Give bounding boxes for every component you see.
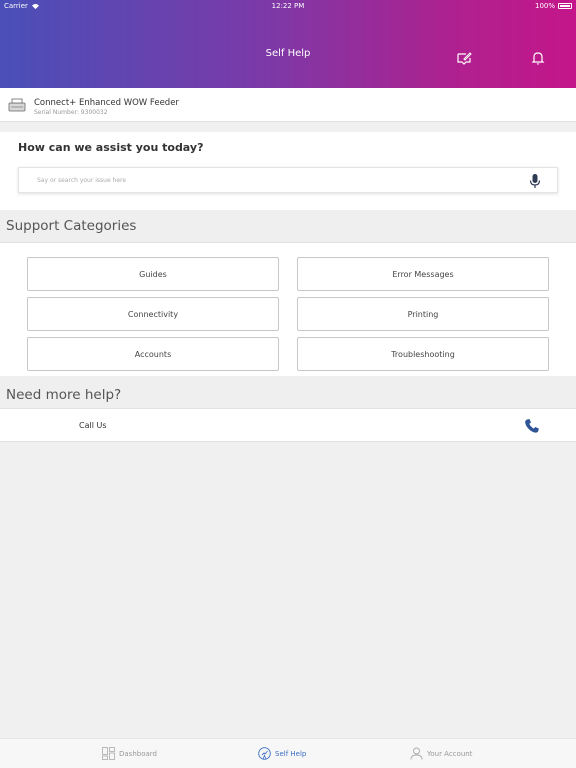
tab-dashboard-label: Dashboard — [119, 749, 157, 758]
tab-your-account-label: Your Account — [427, 749, 473, 758]
user-icon — [410, 747, 423, 760]
support-header: Support Categories — [0, 210, 576, 242]
feedback-icon[interactable] — [456, 50, 472, 66]
device-serial: Serial Number: 9300032 — [34, 109, 108, 116]
call-us-row[interactable]: Call Us — [0, 408, 576, 442]
call-us-label: Call Us — [79, 421, 107, 430]
category-guides[interactable]: Guides — [27, 257, 279, 291]
self-help-icon — [258, 747, 271, 760]
tab-your-account[interactable]: Your Account — [410, 747, 472, 760]
category-accounts[interactable]: Accounts — [27, 337, 279, 371]
device-name: Connect+ Enhanced WOW Feeder — [34, 98, 179, 108]
device-bar[interactable]: Connect+ Enhanced WOW Feeder Serial Numb… — [0, 88, 576, 122]
assist-heading: How can we assist you today? — [18, 141, 204, 154]
dashboard-icon — [102, 747, 115, 760]
help-header: Need more help? — [0, 376, 576, 408]
tab-dashboard[interactable]: Dashboard — [102, 747, 157, 760]
battery-icon — [558, 3, 572, 9]
page-title: Self Help — [265, 48, 311, 59]
status-time: 12:22 PM — [271, 2, 305, 10]
category-grid: Guides Error Messages Connectivity Print… — [0, 242, 576, 376]
category-troubleshooting[interactable]: Troubleshooting — [297, 337, 549, 371]
printer-icon — [8, 98, 26, 112]
search-placeholder: Say or search your issue here — [37, 177, 127, 184]
category-printing[interactable]: Printing — [297, 297, 549, 331]
bell-icon[interactable] — [530, 50, 546, 66]
search-input[interactable]: Say or search your issue here — [18, 167, 558, 193]
category-connectivity[interactable]: Connectivity — [27, 297, 279, 331]
tab-self-help[interactable]: Self Help — [258, 747, 306, 760]
tab-self-help-label: Self Help — [275, 749, 307, 758]
status-battery: 100% — [535, 2, 572, 10]
tab-bar: Dashboard Self Help Your Account — [0, 738, 576, 768]
microphone-icon[interactable] — [529, 173, 541, 189]
app-header: Carrier 12:22 PM 100% Self Help — [0, 0, 576, 88]
assist-section: How can we assist you today? Say or sear… — [0, 132, 576, 210]
support-title: Support Categories — [6, 218, 137, 234]
category-error-messages[interactable]: Error Messages — [297, 257, 549, 291]
battery-label: 100% — [534, 2, 555, 10]
help-title: Need more help? — [6, 387, 122, 403]
phone-icon[interactable] — [524, 418, 540, 434]
